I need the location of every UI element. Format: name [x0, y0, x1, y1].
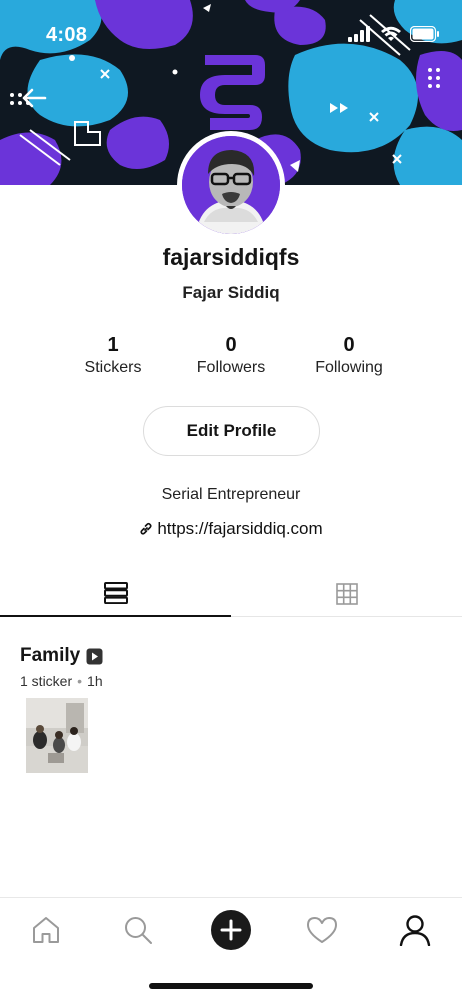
nav-home[interactable] [24, 908, 68, 952]
stat-following-count: 0 [343, 334, 355, 356]
stat-followers-label: Followers [196, 359, 266, 376]
website-url: https://fajarsiddiq.com [157, 519, 323, 538]
home-icon [33, 917, 59, 943]
pack-age: 1h [87, 673, 103, 689]
stat-following-label: Following [315, 359, 383, 376]
nav-profile[interactable] [393, 908, 437, 952]
avatar-image [182, 136, 280, 234]
home-indicator[interactable] [149, 983, 313, 989]
status-time: 4:08 [46, 24, 88, 46]
edit-profile-button[interactable]: Edit Profile [143, 406, 320, 456]
heart-icon [307, 917, 337, 943]
content-tabs [0, 570, 462, 617]
tab-grid-view[interactable] [231, 570, 462, 617]
pack-title-row: Family [20, 645, 103, 667]
profile-stats: 1 Stickers 0 Followers 0 Following [0, 334, 462, 384]
sticker-photo [26, 698, 88, 773]
nav-search[interactable] [116, 908, 160, 952]
pack-title: Family [20, 645, 81, 666]
stat-following[interactable]: 0 Following [289, 334, 409, 377]
avatar[interactable] [177, 131, 285, 239]
arrow-left-icon [22, 88, 47, 108]
sticker-pack[interactable]: Family 1 sticker • 1h [20, 645, 103, 689]
search-icon [125, 917, 152, 944]
play-badge-icon [86, 648, 103, 664]
list-icon [103, 581, 128, 604]
website-link[interactable]: https://fajarsiddiq.com [0, 519, 462, 539]
status-icons [348, 26, 440, 42]
grid-icon [335, 582, 358, 605]
bio: Serial Entrepreneur [161, 486, 301, 503]
username: fajarsiddiqfs [162, 244, 300, 270]
link-icon [140, 522, 152, 535]
pack-meta-separator: • [77, 673, 83, 689]
sticker-thumbnail[interactable] [26, 698, 88, 773]
display-name: Fajar Siddiq [182, 283, 280, 302]
avatar-illustration [182, 136, 280, 234]
stat-stickers-label: Stickers [84, 359, 142, 376]
back-button[interactable] [14, 80, 54, 116]
battery-icon [410, 26, 439, 42]
stat-followers[interactable]: 0 Followers [171, 334, 291, 377]
person-icon [399, 915, 431, 946]
nav-create-button[interactable] [209, 908, 253, 952]
wifi-icon [381, 26, 401, 41]
bottom-nav [0, 897, 462, 967]
plus-circle-icon [211, 910, 251, 950]
nav-activity[interactable] [300, 908, 344, 952]
tab-list-view[interactable] [0, 570, 231, 617]
stat-stickers[interactable]: 1 Stickers [53, 334, 173, 377]
pack-meta: 1 sticker • 1h [20, 673, 103, 689]
stat-stickers-count: 1 [107, 334, 119, 356]
pack-sticker-count: 1 sticker [20, 673, 73, 689]
cellular-signal-icon [348, 26, 370, 42]
stat-followers-count: 0 [225, 334, 237, 356]
